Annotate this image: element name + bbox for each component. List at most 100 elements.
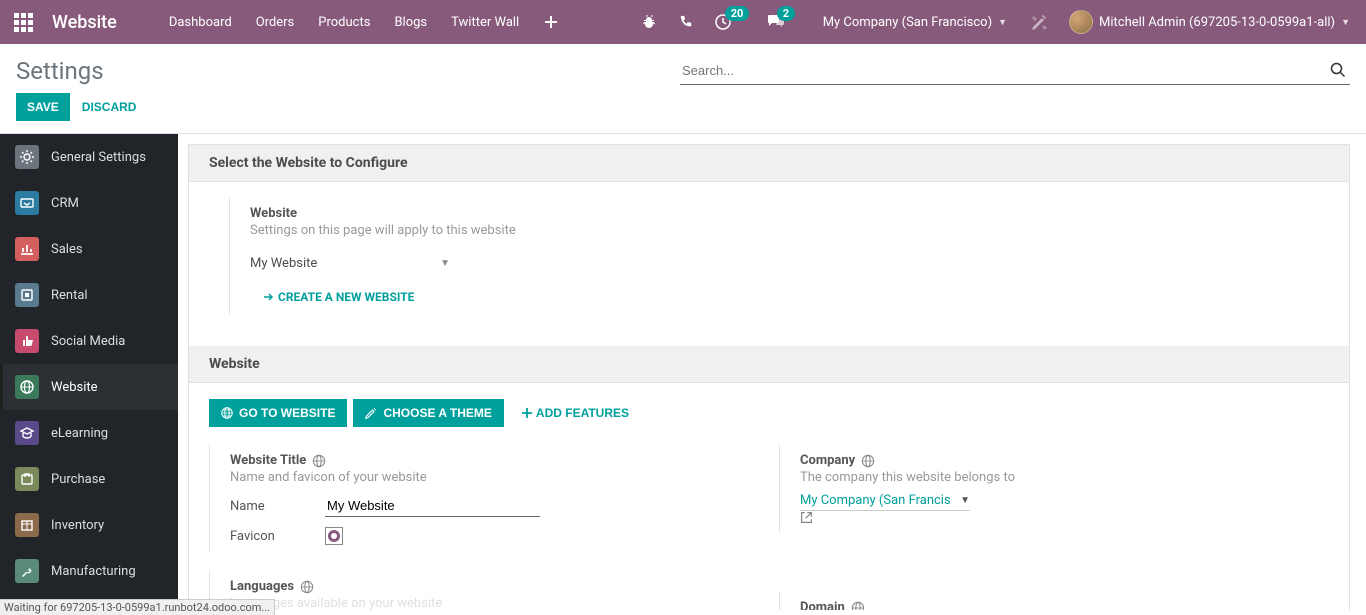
sidebar-item-sales[interactable]: Sales — [0, 226, 178, 272]
sidebar-item-label: Social Media — [51, 334, 125, 349]
company-select[interactable]: My Company (San Francis ▼ — [800, 491, 970, 511]
website-config-columns: Website Title Name and favicon of your w… — [209, 445, 1309, 610]
sidebar-item-website[interactable]: Website — [0, 364, 178, 410]
languages-help: Languages available on your website — [230, 596, 739, 610]
company-help: The company this website belongs to — [800, 470, 1309, 485]
cart-icon — [15, 467, 39, 491]
sidebar-item-label: eLearning — [51, 426, 108, 441]
section-website-title: Website — [189, 346, 1349, 383]
box-icon — [15, 513, 39, 537]
name-label: Name — [230, 499, 325, 514]
action-row: Save Discard — [0, 85, 1366, 133]
nav-menu: Dashboard Orders Products Blogs Twitter … — [157, 0, 571, 44]
website-name-input[interactable] — [325, 495, 540, 517]
sidebar-item-inventory[interactable]: Inventory — [0, 502, 178, 548]
sidebar-item-manufacturing[interactable]: Manufacturing — [0, 548, 178, 594]
brand-title[interactable]: Website — [52, 12, 117, 33]
subheader: Settings — [0, 44, 1366, 85]
browser-status-bar: Waiting for 697205-13-0-0599a1.runbot24.… — [0, 599, 275, 615]
section-select-website-body: Website Settings on this page will apply… — [189, 182, 1349, 346]
nav-dashboard[interactable]: Dashboard — [157, 0, 244, 44]
chart-icon — [15, 237, 39, 261]
caret-down-icon: ▼ — [998, 17, 1007, 28]
go-to-website-button[interactable]: Go to Website — [209, 399, 347, 427]
create-website-link[interactable]: Create a new website — [264, 290, 414, 304]
website-field-help: Settings on this page will apply to this… — [250, 223, 1309, 238]
website-title-help: Name and favicon of your website — [230, 470, 739, 485]
sidebar-item-rental[interactable]: Rental — [0, 272, 178, 318]
arrow-right-icon — [264, 292, 274, 302]
sidebar-item-label: Sales — [51, 242, 83, 257]
sidebar-item-general-settings[interactable]: General Settings — [0, 134, 178, 180]
languages-block: Languages Languages available on your we… — [209, 571, 739, 610]
caret-down-icon: ▼ — [440, 258, 450, 269]
sidebar-item-elearning[interactable]: eLearning — [0, 410, 178, 456]
add-features-button[interactable]: Add Features — [510, 399, 641, 427]
nav-blogs[interactable]: Blogs — [382, 0, 439, 44]
search-icon[interactable] — [1326, 58, 1350, 82]
nav-twitter-wall[interactable]: Twitter Wall — [439, 0, 531, 44]
search-input[interactable] — [680, 59, 1326, 82]
external-link-icon[interactable] — [800, 511, 1309, 524]
website-select-value: My Website — [250, 256, 317, 271]
name-row: Name — [230, 495, 739, 517]
avatar — [1069, 10, 1093, 34]
sidebar-item-crm[interactable]: CRM — [0, 180, 178, 226]
company-selector[interactable]: My Company (San Francisco) ▼ — [813, 15, 1017, 30]
save-button[interactable]: Save — [16, 93, 70, 121]
bug-icon[interactable] — [633, 0, 665, 44]
user-name: Mitchell Admin (697205-13-0-0599a1-all) — [1099, 15, 1335, 30]
settings-form: Select the Website to Configure Website … — [188, 144, 1350, 610]
plus-icon — [522, 408, 532, 418]
main-content: Select the Website to Configure Website … — [178, 134, 1366, 610]
caret-down-icon: ▼ — [1341, 17, 1350, 28]
brush-icon — [365, 407, 377, 419]
user-menu[interactable]: Mitchell Admin (697205-13-0-0599a1-all) … — [1061, 10, 1358, 34]
discard-button[interactable]: Discard — [82, 100, 137, 114]
caret-down-icon: ▼ — [960, 495, 970, 506]
globe-icon — [861, 454, 875, 468]
grad-icon — [15, 421, 39, 445]
sidebar-item-purchase[interactable]: Purchase — [0, 456, 178, 502]
website-actions: Go to Website Choose a Theme Add Feature… — [209, 399, 1309, 427]
discuss-icon[interactable]: 2 — [759, 0, 793, 44]
globe-icon — [300, 580, 314, 594]
apps-menu-icon[interactable] — [8, 13, 38, 32]
gear-icon — [15, 145, 39, 169]
sidebar-item-social-media[interactable]: Social Media — [0, 318, 178, 364]
debug-tools-icon[interactable] — [1023, 0, 1055, 44]
favicon-row: Favicon — [230, 527, 739, 545]
favicon-label: Favicon — [230, 529, 325, 544]
activities-icon[interactable]: 20 — [707, 0, 739, 44]
sidebar-item-label: Inventory — [51, 518, 104, 533]
languages-label: Languages — [230, 579, 314, 594]
company-block: Company The company this website belongs… — [779, 445, 1309, 532]
sidebar-item-label: Purchase — [51, 472, 105, 487]
topbar-right: 20 2 My Company (San Francisco) ▼ Mitche… — [633, 0, 1358, 44]
nav-add-icon[interactable] — [531, 0, 571, 44]
website-select[interactable]: My Website ▼ — [250, 252, 450, 276]
discuss-badge: 2 — [777, 6, 795, 21]
nav-orders[interactable]: Orders — [244, 0, 307, 44]
sidebar-item-label: Manufacturing — [51, 564, 136, 579]
favicon-preview[interactable] — [325, 527, 343, 545]
page-title: Settings — [16, 57, 104, 85]
col-left: Website Title Name and favicon of your w… — [209, 445, 739, 610]
activities-badge: 20 — [725, 6, 750, 21]
top-nav: Website Dashboard Orders Products Blogs … — [0, 0, 1366, 44]
company-name: My Company (San Francisco) — [823, 15, 992, 30]
website-title-label: Website Title — [230, 453, 326, 468]
website-select-block: Website Settings on this page will apply… — [229, 198, 1309, 314]
key-icon — [15, 283, 39, 307]
phone-icon[interactable] — [671, 0, 701, 44]
section-website-body: Go to Website Choose a Theme Add Feature… — [189, 383, 1349, 610]
website-title-block: Website Title Name and favicon of your w… — [209, 445, 739, 553]
choose-theme-button[interactable]: Choose a Theme — [353, 399, 503, 427]
sidebar-item-label: Rental — [51, 288, 88, 303]
globe-icon — [15, 375, 39, 399]
thumb-icon — [15, 329, 39, 353]
nav-products[interactable]: Products — [306, 0, 382, 44]
globe-icon — [851, 601, 865, 611]
company-label: Company — [800, 453, 875, 468]
domain-block: Domain Display this website when users v… — [779, 592, 1309, 610]
